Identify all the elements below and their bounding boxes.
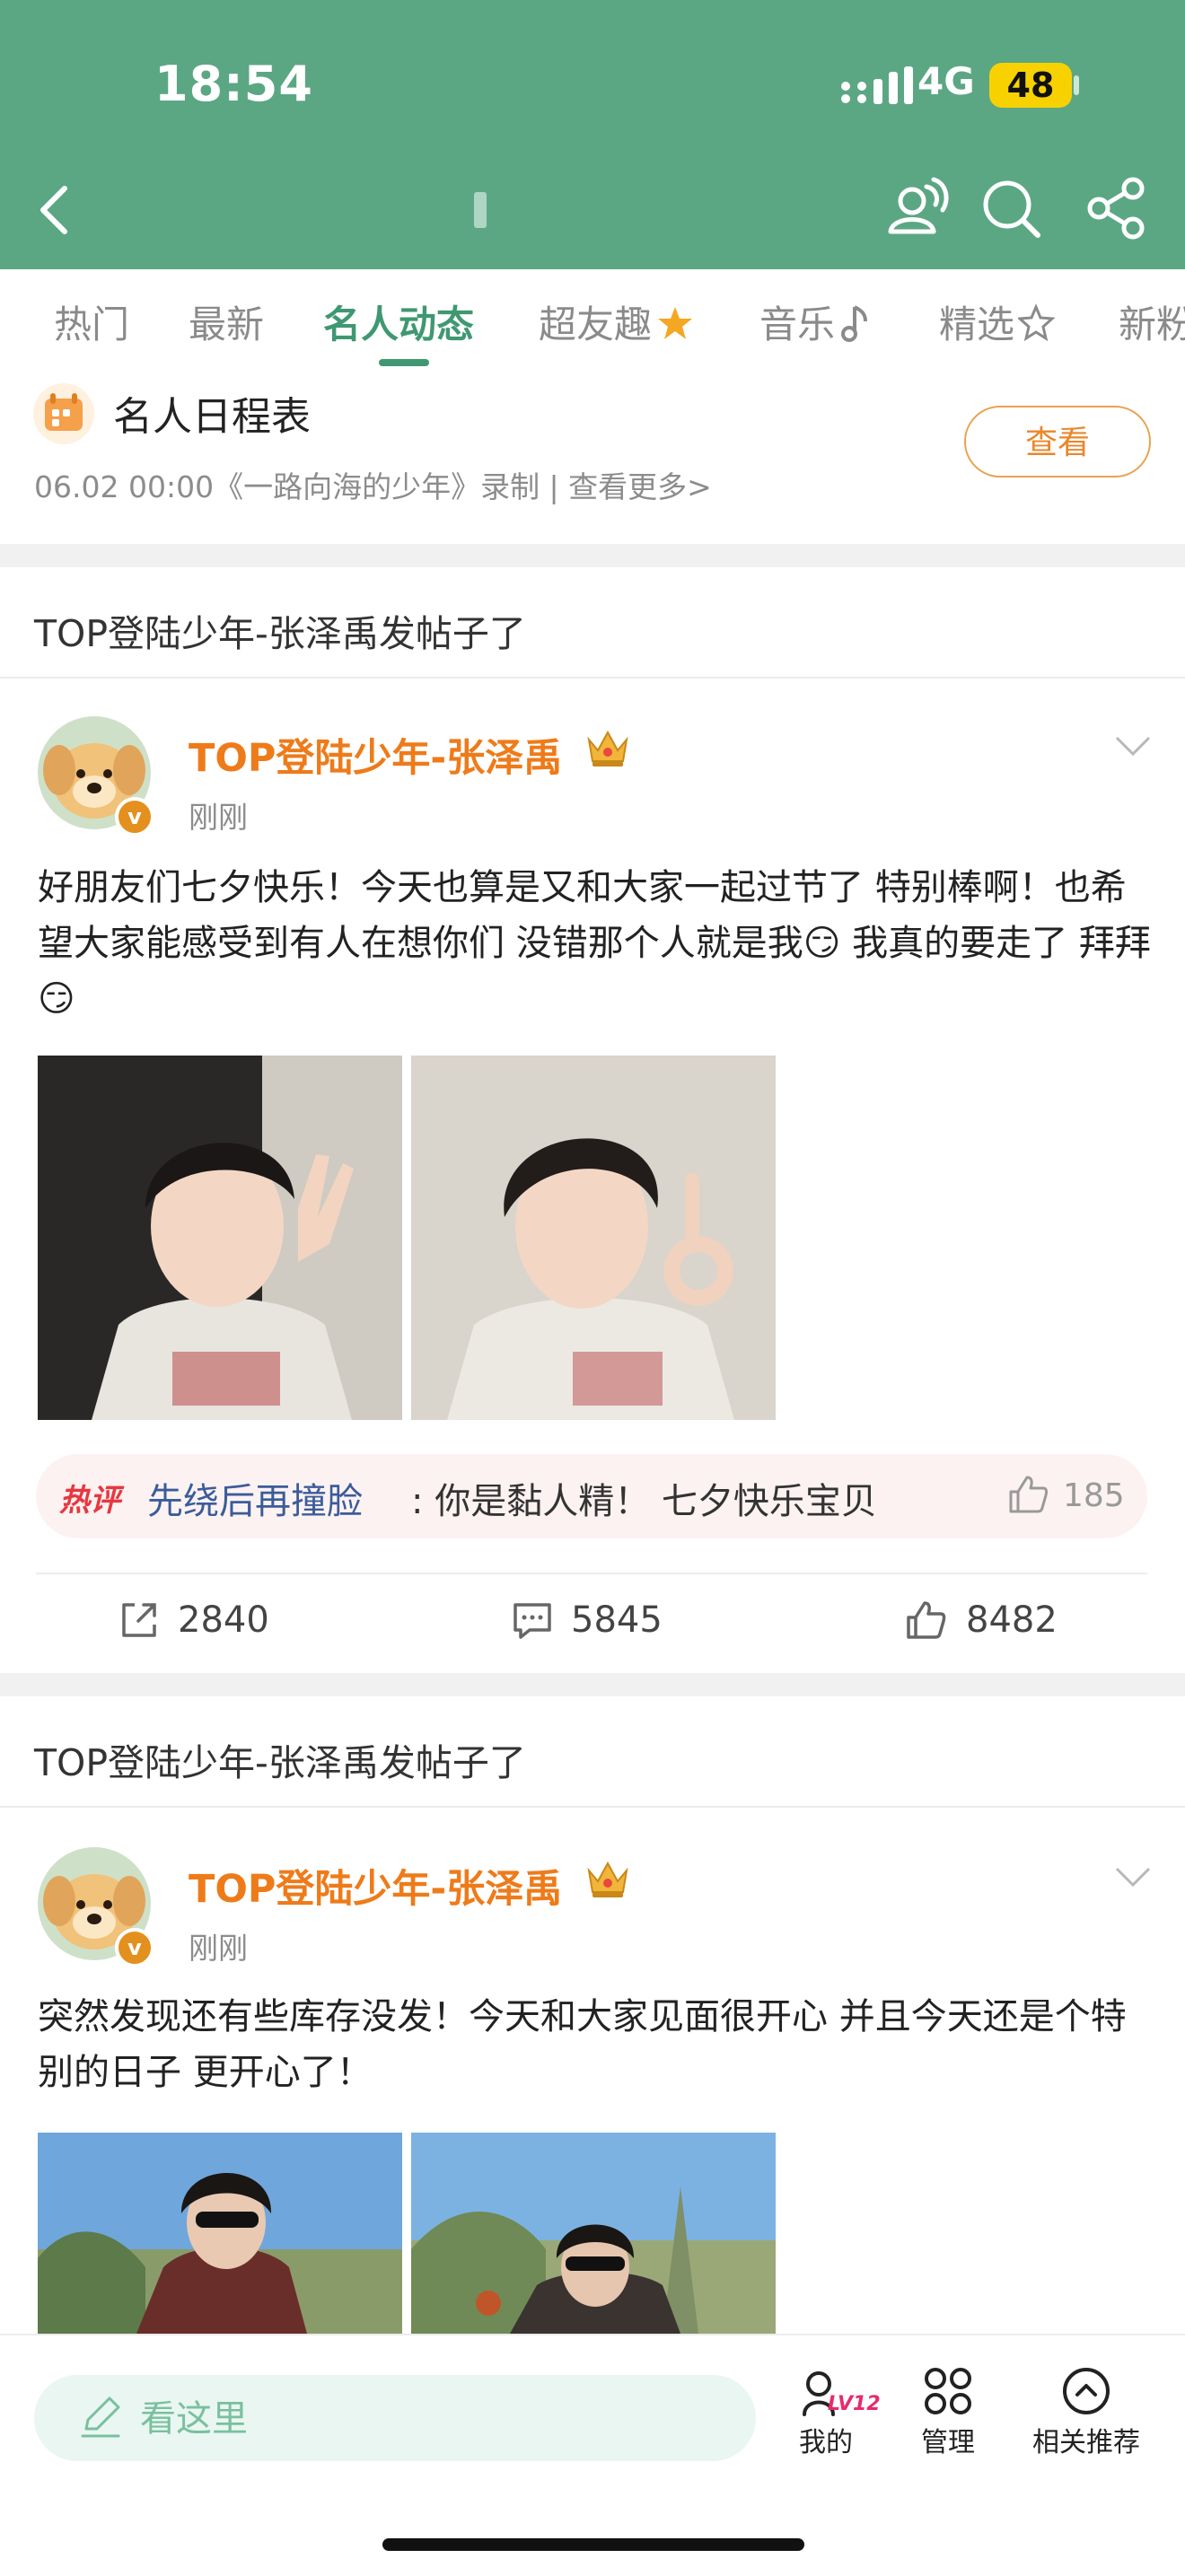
post-photo[interactable] — [38, 2133, 402, 2334]
crown-badge-icon — [587, 1861, 628, 1897]
crown-badge-icon — [587, 730, 628, 767]
tab-selected[interactable]: 精选 — [939, 294, 1058, 349]
comment-icon[interactable] — [510, 1598, 555, 1643]
battery-tip — [1074, 75, 1079, 95]
calendar-icon — [33, 383, 94, 444]
tab-celebrity-news[interactable]: 名人动态 — [323, 294, 474, 349]
divider — [0, 677, 1185, 679]
like-icon[interactable] — [903, 1598, 948, 1643]
star-icon — [658, 307, 693, 339]
photo-image — [38, 1056, 402, 1420]
tab-new-fans[interactable]: 新粉 — [1119, 294, 1185, 349]
post-username[interactable]: TOP登陆少年-张泽禹 — [189, 1858, 562, 1914]
fans-group-icon[interactable] — [882, 174, 950, 242]
section-divider — [0, 544, 1185, 567]
post-username[interactable]: TOP登陆少年-张泽禹 — [189, 727, 562, 783]
chevron-down-icon[interactable] — [1113, 1863, 1153, 1890]
like-count[interactable]: 8482 — [966, 1599, 1058, 1641]
tab-super-fun-label: 超友趣 — [539, 302, 653, 346]
divider — [0, 1806, 1185, 1808]
network-type: 4G — [917, 59, 975, 103]
manage-label[interactable]: 管理 — [921, 2420, 975, 2459]
tab-hot[interactable]: 热门 — [54, 294, 129, 349]
post-text: 好朋友们七夕快乐！今天也算是又和大家一起过节了 特别棒啊！也希望大家能感受到有人… — [38, 867, 1151, 1020]
comment-count[interactable]: 5845 — [571, 1599, 663, 1641]
schedule-title: 名人日程表 — [113, 394, 311, 440]
section-divider — [0, 1673, 1185, 1696]
manage-grid-icon[interactable] — [921, 2364, 975, 2418]
repost-icon[interactable] — [117, 1598, 162, 1643]
post-photo[interactable] — [411, 1056, 776, 1420]
share-icon[interactable] — [1083, 174, 1151, 242]
schedule-subtitle[interactable]: 06.02 00:00《一路向海的少年》录制 | 查看更多> — [34, 463, 712, 506]
active-tab-indicator — [379, 359, 429, 366]
repost-count[interactable]: 2840 — [178, 1599, 269, 1641]
tab-bar: 热门 最新 名人动态 超友趣 音乐 精选 新粉 — [0, 269, 1185, 368]
post-text: 突然发现还有些库存没发！今天和大家见面很开心 并且今天还是个特别的日子 更开心了… — [38, 1996, 1127, 2093]
photo-image — [38, 2133, 402, 2334]
tab-music[interactable]: 音乐 — [759, 294, 871, 349]
view-schedule-button[interactable]: 查看 — [964, 406, 1151, 478]
recommend-label[interactable]: 相关推荐 — [1032, 2420, 1140, 2459]
hot-comment-text: : 你是黏人精！ 七夕快乐宝贝 — [411, 1481, 877, 1522]
battery-level: 48 — [1006, 66, 1055, 105]
hot-comment-tag: 热评 — [59, 1483, 120, 1519]
hot-comment-likes: 185 — [1063, 1477, 1125, 1514]
thumbs-up-icon[interactable] — [1005, 1472, 1050, 1517]
signal-icon — [841, 66, 913, 104]
sparkle-icon — [1016, 303, 1056, 342]
tab-latest[interactable]: 最新 — [189, 294, 264, 349]
post-section-title[interactable]: TOP登陆少年-张泽禹发帖子了 — [34, 1732, 526, 1786]
pencil-icon — [81, 2396, 120, 2438]
status-time: 18:54 — [154, 56, 313, 112]
post-photo[interactable] — [411, 2133, 776, 2334]
divider — [36, 1573, 1147, 1574]
back-icon[interactable] — [23, 176, 92, 244]
hot-comment-user[interactable]: 先绕后再撞脸 — [147, 1472, 363, 1524]
post-time: 刚刚 — [189, 1931, 248, 1966]
photo-image — [411, 2133, 776, 2334]
comment-placeholder[interactable]: 看这里 — [140, 2389, 248, 2441]
recommend-up-icon[interactable] — [1059, 2364, 1113, 2418]
search-icon[interactable] — [977, 174, 1045, 242]
tab-super-fun[interactable]: 超友趣 — [539, 294, 695, 349]
mine-label[interactable]: 我的 — [799, 2420, 853, 2459]
page-title-placeholder — [474, 192, 487, 228]
verified-badge: v — [115, 797, 154, 837]
photo-image — [411, 1056, 776, 1420]
tab-music-label: 音乐 — [759, 302, 836, 346]
verified-badge: v — [115, 1928, 154, 1967]
music-note-icon — [841, 305, 868, 342]
home-indicator — [382, 2538, 804, 2551]
level-badge: LV12 — [828, 2393, 881, 2415]
post-section-title[interactable]: TOP登陆少年-张泽禹发帖子了 — [34, 603, 526, 657]
chevron-down-icon[interactable] — [1113, 732, 1153, 759]
post-photo[interactable] — [38, 1056, 402, 1420]
battery-icon: 48 — [989, 63, 1072, 108]
post-time: 刚刚 — [189, 800, 248, 835]
tab-selected-label: 精选 — [939, 302, 1015, 346]
